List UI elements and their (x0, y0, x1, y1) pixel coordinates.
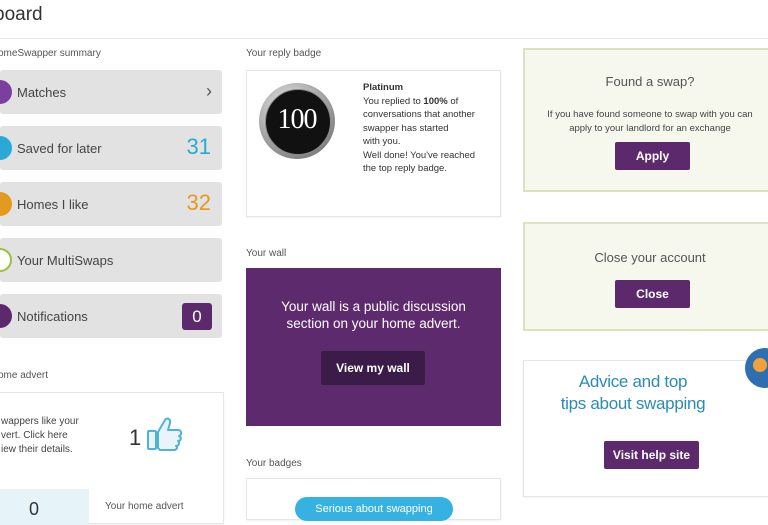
home-advert-card[interactable]: wappers like your vert. Click here iew t… (0, 392, 224, 525)
thumbs-up-icon (147, 417, 183, 451)
matches-icon (0, 80, 12, 104)
summary-item-label: Your MultiSwaps (17, 253, 114, 268)
badges-card: Serious about swapping (246, 478, 501, 521)
chevron-right-icon: › (206, 81, 212, 101)
home-advert-heading: ome advert (0, 370, 49, 381)
wall-heading: Your wall (246, 248, 287, 259)
notifications-count-badge: 0 (182, 303, 212, 330)
saved-count: 31 (186, 134, 211, 159)
multiswaps-icon (0, 248, 12, 272)
visit-help-site-button[interactable]: Visit help site (604, 441, 699, 469)
badge-number: 100 (277, 104, 318, 135)
found-swap-text-line: apply to your landlord for an exchange (569, 123, 731, 134)
summary-item-label: Homes I like (17, 197, 89, 212)
summary-item-notifications[interactable]: Notifications 0 (0, 294, 222, 338)
home-advert-text: wappers like your vert. Click here iew t… (1, 415, 79, 457)
help-chat-icon-dot (753, 358, 767, 372)
home-advert-text-line: vert. Click here (1, 430, 68, 441)
serious-about-swapping-badge: Serious about swapping (295, 497, 453, 521)
badge-level: Platinum (363, 82, 404, 93)
likes-count: 1 (129, 425, 142, 450)
homes-liked-icon (0, 192, 12, 216)
page-title: board (0, 4, 43, 25)
close-account-title: Close your account (594, 250, 706, 265)
summary-item-homes-liked[interactable]: Homes I like 32 (0, 182, 222, 226)
summary-item-matches[interactable]: Matches › (0, 70, 222, 114)
reply-badge-heading: Your reply badge (246, 48, 322, 59)
badge-text-line: the top reply badge. (363, 163, 447, 174)
found-swap-text: If you have found someone to swap with y… (525, 108, 768, 136)
badge-text-line: Well done! You've reached (363, 149, 476, 161)
advice-text-line: tips about swapping (560, 394, 706, 413)
home-advert-stat-box: 0 (0, 489, 89, 525)
reply-badge-text: Platinum You replied to 100% of conversa… (363, 81, 497, 176)
badge-text-line: with you. (363, 136, 401, 147)
summary-item-label: Saved for later (17, 141, 102, 156)
found-swap-title: Found a swap? (605, 74, 695, 89)
summary-heading: omeSwapper summary (0, 48, 101, 59)
badge-text-line: You replied to 100% of (363, 95, 459, 107)
advice-text: Advice and top tips about swapping (524, 371, 742, 415)
home-advert-label: Your home advert (105, 501, 184, 512)
wall-card: Your wall is a public discussion section… (246, 268, 501, 426)
found-swap-card: Found a swap? If you have found someone … (523, 48, 768, 192)
close-account-card: Close your account Close (523, 222, 768, 331)
badge-medal-icon: 100 (259, 83, 335, 159)
found-swap-text-line: If you have found someone to swap with y… (547, 109, 753, 120)
homes-liked-count: 32 (186, 190, 211, 215)
close-account-button[interactable]: Close (615, 280, 690, 308)
badges-heading: Your badges (246, 458, 302, 469)
wall-text-line: Your wall is a public discussion (281, 299, 466, 314)
badge-text-line: conversations that another (363, 109, 475, 120)
notifications-icon (0, 304, 12, 328)
advice-card: Advice and top tips about swapping Visit… (523, 360, 768, 497)
reply-badge-card: 100 Platinum You replied to 100% of conv… (246, 70, 501, 217)
wall-text: Your wall is a public discussion section… (246, 298, 501, 332)
apply-button[interactable]: Apply (615, 142, 690, 170)
title-divider (0, 38, 768, 39)
view-my-wall-button[interactable]: View my wall (321, 351, 425, 385)
summary-item-multiswaps[interactable]: Your MultiSwaps (0, 238, 222, 282)
badge-text-line: swapper has started (363, 122, 449, 134)
wall-text-line: section on your home advert. (286, 316, 461, 331)
summary-item-label: Matches (17, 85, 67, 100)
summary-item-label: Notifications (17, 309, 88, 324)
home-advert-text-line: iew their details. (1, 444, 73, 455)
advice-text-line: Advice and top (578, 372, 688, 391)
summary-item-saved[interactable]: Saved for later 31 (0, 126, 222, 170)
home-advert-stat: 0 (29, 499, 40, 519)
home-advert-text-line: wappers like your (1, 416, 79, 427)
saved-icon (0, 136, 12, 160)
